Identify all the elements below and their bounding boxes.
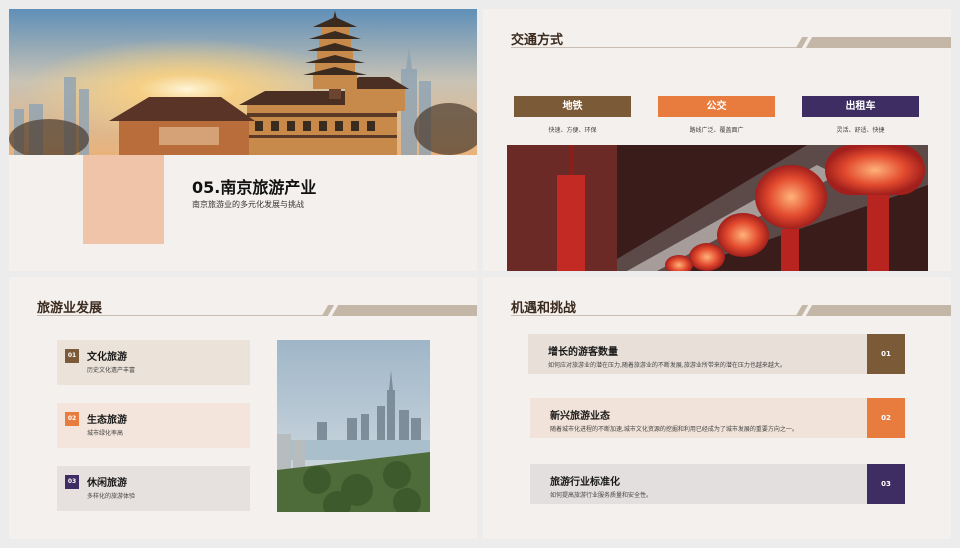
lantern-photo (507, 145, 928, 271)
item-desc: 历史文化遗产丰富 (87, 367, 136, 374)
slide-tourism-development: 旅游业发展 01 文化旅游 历史文化遗产丰富 02 生态旅游 城市绿化率高 03… (9, 277, 477, 539)
title-underline (511, 47, 799, 48)
list-item: 01 文化旅游 历史文化遗产丰富 (57, 340, 250, 385)
slide-title: 交通方式 (511, 33, 564, 48)
item-desc: 随着城市化进程的不断加速,城市文化资源的挖掘和利用已经成为了城市发展的重要方向之… (550, 426, 798, 433)
item-desc: 多样化的旅游体验 (87, 493, 136, 500)
slide-title: 机遇和挑战 (511, 301, 577, 316)
city-skyline-photo (277, 340, 430, 512)
item-title: 休闲旅游 (87, 478, 127, 489)
mode-bus-label: 公交 (658, 96, 775, 117)
item-number-badge: 01 (867, 334, 905, 374)
item-title: 文化旅游 (87, 352, 127, 363)
mode-bus-desc: 路线广泛、覆盖面广 (689, 127, 744, 134)
header-band (805, 305, 951, 316)
mode-metro-desc: 快速、方便、环保 (548, 127, 597, 134)
item-title: 增长的游客数量 (548, 347, 618, 358)
title-underline (37, 315, 325, 316)
slide-subtitle: 南京旅游业的多元化发展与挑战 (192, 200, 304, 209)
slide-nanjing-tourism-cover: 05.南京旅游产业 南京旅游业的多元化发展与挑战 (9, 9, 477, 271)
slide-title: 旅游业发展 (37, 301, 103, 316)
item-number-badge: 03 (65, 475, 79, 489)
item-title: 旅游行业标准化 (550, 477, 620, 488)
item-number-badge: 01 (65, 349, 79, 363)
mode-taxi-label: 出租车 (802, 96, 919, 117)
slide-title: 05.南京旅游产业 (192, 178, 317, 197)
list-item: 02 生态旅游 城市绿化率高 (57, 403, 250, 448)
header-band (331, 305, 477, 316)
hero-pagoda-photo (9, 9, 477, 155)
list-item: 旅游行业标准化 如何提高旅游行业服务质量和安全性。 (530, 464, 867, 504)
list-item: 新兴旅游业态 随着城市化进程的不断加速,城市文化资源的挖掘和利用已经成为了城市发… (530, 398, 867, 438)
item-number-badge: 03 (867, 464, 905, 504)
slide-transport-modes: 交通方式 地铁 快速、方便、环保 公交 路线广泛、覆盖面广 出租车 灵活、舒适、… (483, 9, 951, 271)
mode-metro-label: 地铁 (514, 96, 631, 117)
list-item: 增长的游客数量 如何应对旅游业的潜在压力,随着旅游业的不断发展,旅游业所带来的潜… (528, 334, 867, 374)
list-item: 03 休闲旅游 多样化的旅游体验 (57, 466, 250, 511)
item-title: 新兴旅游业态 (550, 411, 610, 422)
accent-block (83, 155, 164, 244)
slide-opportunities-challenges: 机遇和挑战 增长的游客数量 如何应对旅游业的潜在压力,随着旅游业的不断发展,旅游… (483, 277, 951, 539)
item-desc: 如何提高旅游行业服务质量和安全性。 (550, 492, 653, 499)
item-number-badge: 02 (867, 398, 905, 438)
item-title: 生态旅游 (87, 415, 127, 426)
title-underline (511, 315, 799, 316)
item-number-badge: 02 (65, 412, 79, 426)
mode-taxi-desc: 灵活、舒适、快捷 (836, 127, 885, 134)
item-desc: 城市绿化率高 (87, 430, 124, 437)
header-band (805, 37, 951, 48)
item-desc: 如何应对旅游业的潜在压力,随着旅游业的不断发展,旅游业所带来的潜在压力也越来越大… (548, 362, 786, 369)
